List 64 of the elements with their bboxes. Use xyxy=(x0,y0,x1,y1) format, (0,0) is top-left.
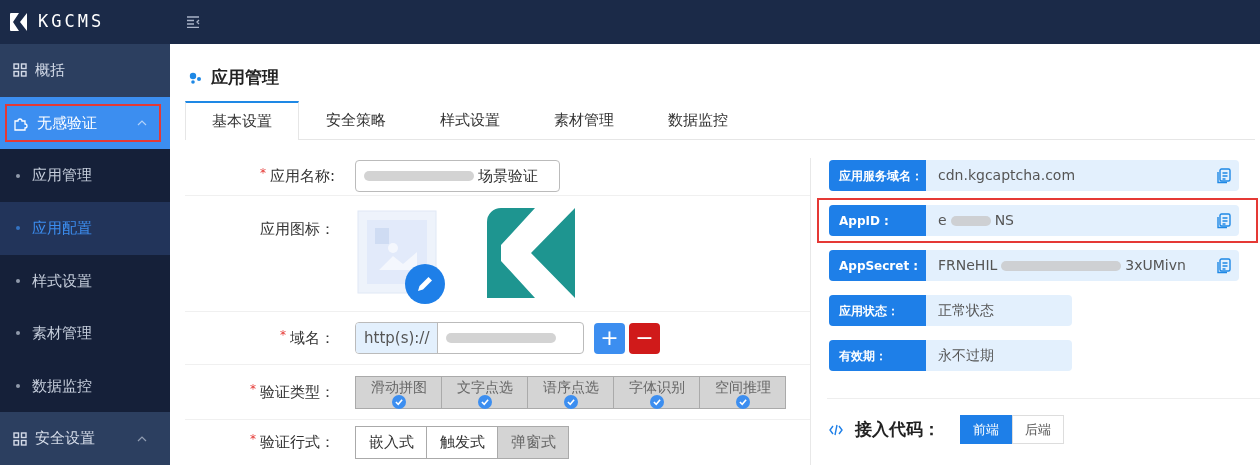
type-toggle[interactable]: 文字点选 xyxy=(441,375,528,409)
code-tab[interactable]: 后端 xyxy=(1012,415,1064,444)
type-toggle[interactable]: 滑动拼图 xyxy=(355,375,442,409)
check-icon xyxy=(736,394,750,409)
domain-prefix: http(s):// xyxy=(356,323,439,354)
copy-icon[interactable] xyxy=(1217,257,1231,274)
required-mark: * xyxy=(259,164,266,181)
code-icon xyxy=(829,423,843,436)
info-label: 应用服务域名： xyxy=(829,160,926,191)
check-icon xyxy=(392,394,406,409)
check-icon xyxy=(650,394,664,409)
tab[interactable]: 安全策略 xyxy=(299,101,413,139)
info-label: 应用状态： xyxy=(829,295,926,326)
field-label: 验证行式： xyxy=(260,432,335,454)
info-value: FRNeHIL 3xUMivn xyxy=(926,250,1239,281)
info-value: 正常状态 xyxy=(926,295,1072,326)
caret-icon xyxy=(137,119,147,126)
menu-toggle-icon[interactable] xyxy=(186,16,200,28)
info-value: 永不过期 xyxy=(926,340,1072,371)
mode-toggle[interactable]: 弹窗式 xyxy=(497,426,569,460)
dots-icon xyxy=(189,72,203,84)
info-value: cdn.kgcaptcha.com xyxy=(926,160,1239,191)
domain-field[interactable]: http(s):// xyxy=(355,322,584,355)
brand-name: KGCMS xyxy=(38,10,105,34)
remove-button[interactable]: − xyxy=(629,322,660,354)
tab[interactable]: 素材管理 xyxy=(527,101,641,139)
type-toggle[interactable]: 语序点选 xyxy=(527,375,614,409)
sidebar-subitem[interactable]: 样式设置 xyxy=(0,254,170,308)
info-label: AppID : xyxy=(829,205,926,236)
required-mark: * xyxy=(250,431,256,448)
info-label: 有效期： xyxy=(829,340,926,371)
grid-icon xyxy=(13,63,27,78)
field-label: 域名： xyxy=(290,327,335,349)
section-title: 接入代码： xyxy=(855,417,940,441)
field-label: 应用名称: xyxy=(269,165,335,187)
tab[interactable]: 数据监控 xyxy=(641,101,755,139)
copy-icon[interactable] xyxy=(1217,212,1231,229)
field-label: 验证类型： xyxy=(260,382,335,404)
grid-icon xyxy=(13,431,27,446)
check-icon xyxy=(564,394,578,409)
caret-icon xyxy=(137,435,147,442)
copy-icon[interactable] xyxy=(1217,167,1231,184)
info-value: e NS xyxy=(926,205,1239,236)
mode-toggle[interactable]: 嵌入式 xyxy=(355,426,427,460)
field-label: 应用图标： xyxy=(260,219,335,241)
info-label: AppSecret : xyxy=(829,250,926,281)
sidebar-subitem[interactable]: 应用管理 xyxy=(0,149,170,202)
required-mark: * xyxy=(280,326,286,343)
mode-toggle[interactable]: 触发式 xyxy=(426,426,498,460)
sidebar-subitem[interactable]: 数据监控 xyxy=(0,359,170,413)
sidebar-subitem[interactable]: 应用配置 xyxy=(0,201,170,255)
required-mark: * xyxy=(250,381,256,398)
sidebar-subitem[interactable]: 素材管理 xyxy=(0,307,170,360)
logo-icon xyxy=(8,11,30,33)
blurred-text xyxy=(950,215,991,226)
app-name-field[interactable]: 场景验证 xyxy=(355,160,560,193)
check-icon xyxy=(478,394,492,409)
tab[interactable]: 样式设置 xyxy=(413,101,527,139)
type-toggle[interactable]: 字体识别 xyxy=(613,375,700,409)
tab[interactable]: 基本设置 xyxy=(185,101,299,140)
type-toggle[interactable]: 空间推理 xyxy=(699,375,786,409)
page-title: 应用管理 xyxy=(211,66,279,90)
code-tab[interactable]: 前端 xyxy=(960,415,1012,444)
edit-icon[interactable] xyxy=(405,264,445,305)
